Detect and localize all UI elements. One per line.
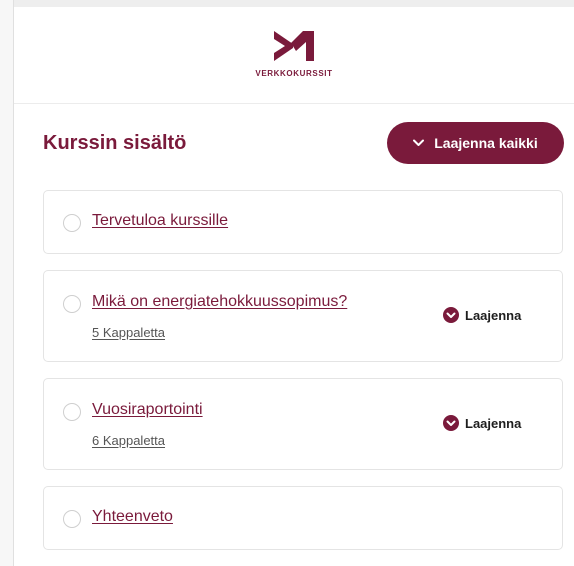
course-panel: VERKKOKURSSIT Kurssin sisältö Laajenna k…: [14, 0, 574, 566]
expand-button[interactable]: Laajenna: [443, 415, 521, 431]
lesson-title-link[interactable]: Vuosiraportointi: [92, 401, 203, 419]
expand-label: Laajenna: [465, 307, 522, 323]
expand-button[interactable]: Laajenna: [443, 307, 521, 323]
lesson-title-link[interactable]: Mikä on energiatehokkuussopimus?: [92, 293, 347, 311]
verkkokurssit-logo-icon[interactable]: [272, 29, 316, 63]
completion-radio[interactable]: [63, 403, 81, 421]
expand-all-label: Laajenna kaikki: [434, 135, 538, 151]
site-header: VERKKOKURSSIT: [14, 7, 574, 104]
page-title: Kurssin sisältö: [43, 132, 187, 154]
lesson-card-energiatehokkuussopimus: Mikä on energiatehokkuussopimus? 5 Kappa…: [43, 270, 563, 362]
page: VERKKOKURSSIT Kurssin sisältö Laajenna k…: [0, 0, 574, 566]
lesson-count-link[interactable]: 5 Kappaletta: [92, 325, 165, 340]
lesson-card-tervetuloa: Tervetuloa kurssille: [43, 190, 563, 254]
completion-radio[interactable]: [63, 214, 81, 232]
lesson-count-link[interactable]: 6 Kappaletta: [92, 433, 165, 448]
completion-radio[interactable]: [63, 295, 81, 313]
brand-name: VERKKOKURSSIT: [255, 69, 333, 78]
top-border: [14, 0, 574, 7]
lesson-card-vuosiraportointi: Vuosiraportointi 6 Kappaletta Laajenna: [43, 378, 563, 470]
chevron-circle-down-icon: [443, 307, 459, 323]
lesson-title-link[interactable]: Tervetuloa kurssille: [92, 212, 228, 230]
expand-all-button[interactable]: Laajenna kaikki: [387, 122, 564, 164]
chevron-circle-down-icon: [443, 415, 459, 431]
content-title-row: Kurssin sisältö Laajenna kaikki: [14, 122, 574, 166]
lesson-title-link[interactable]: Yhteenveto: [92, 508, 173, 526]
completion-radio[interactable]: [63, 510, 81, 528]
expand-label: Laajenna: [465, 415, 522, 431]
lesson-card-yhteenveto: Yhteenveto: [43, 486, 563, 550]
chevron-down-icon: [413, 139, 425, 146]
